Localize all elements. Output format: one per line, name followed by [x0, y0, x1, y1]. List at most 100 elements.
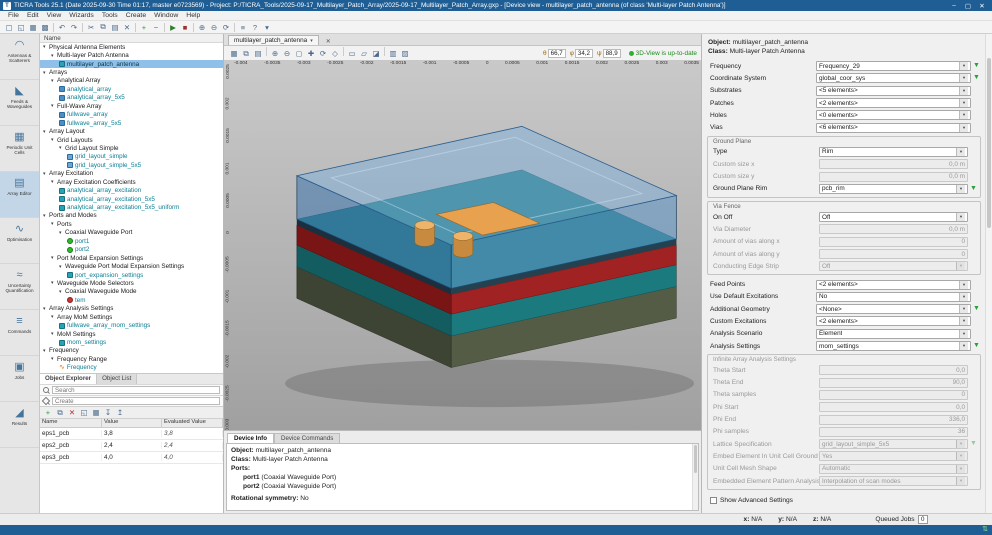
column-header[interactable]: Value [102, 419, 162, 427]
tab-device-info[interactable]: Device Info [227, 433, 275, 443]
minimize-button[interactable]: – [947, 2, 961, 10]
tree-item[interactable]: analytical_array_excitation [40, 186, 223, 194]
sidebar-item-array-editor[interactable]: ▤ Array Editor [0, 172, 39, 218]
tree-group[interactable]: ▾ Waveguide Mode Selectors [40, 279, 223, 287]
column-header[interactable]: Name [40, 419, 102, 427]
tree-group[interactable]: ▾ Array MoM Settings [40, 313, 223, 321]
filter-icon[interactable]: ▼ [971, 341, 982, 351]
variables-add-button[interactable]: + [42, 407, 54, 418]
dropdown-arrow-icon[interactable]: ▾ [959, 111, 968, 120]
property-select[interactable]: Frequency_29 ▾ [816, 61, 971, 72]
tree-group[interactable]: ▾ Port Modal Expansion Settings [40, 254, 223, 262]
column-header[interactable]: Evaluated Value [162, 419, 223, 427]
property-select[interactable]: No ▾ [816, 291, 971, 302]
queued-jobs[interactable]: Queued Jobs 0 [875, 515, 928, 524]
tree-group[interactable]: ▾ Coaxial Waveguide Port [40, 229, 223, 237]
property-select[interactable]: Off ▾ [819, 212, 968, 223]
sidebar-item-results[interactable]: ◢ Results [0, 402, 39, 448]
variables-duplicate-button[interactable]: ⧉ [54, 407, 66, 418]
dropdown-arrow-icon[interactable]: ▾ [959, 329, 968, 338]
tree-group[interactable]: ▾ MoM Settings [40, 330, 223, 338]
viewport-copy-view-button[interactable]: ⧉ [240, 48, 252, 59]
toolbar-save-all-button[interactable]: ▩ [39, 22, 51, 33]
dropdown-arrow-icon[interactable]: ▾ [959, 305, 968, 314]
tree-group[interactable]: ▾ Grid Layouts [40, 136, 223, 144]
tree-group[interactable]: ▾ Frequency Range [40, 355, 223, 363]
variables-save-button[interactable]: ▦ [90, 407, 102, 418]
tree-item[interactable]: mom_settings [40, 338, 223, 346]
tree-item[interactable]: analytical_array_5x5 [40, 94, 223, 102]
toolbar-redo-button[interactable]: ↷ [68, 22, 80, 33]
sidebar-item-uncertainty-quantification[interactable]: ≈ Uncertainty Quantification [0, 264, 39, 310]
tree-group[interactable]: ▾ Multi-layer Patch Antenna [40, 51, 223, 59]
variables-import-button[interactable]: ↧ [102, 407, 114, 418]
viewport-rotate-button[interactable]: ⟳ [317, 48, 329, 59]
property-select[interactable]: <6 elements> ▾ [816, 122, 971, 133]
variable-row[interactable]: eps1_pcb 3,8 3,8 [40, 428, 223, 440]
tree-item[interactable]: grid_layout_simple [40, 153, 223, 161]
variable-row[interactable]: eps2_pcb 2,4 2,4 [40, 440, 223, 452]
tree-item[interactable]: analytical_array_excitation_5x5_uniform [40, 203, 223, 211]
toolbar-zoom-in-button[interactable]: ⊕ [196, 22, 208, 33]
properties-scrollbar[interactable] [985, 34, 992, 513]
viewport-tab[interactable]: multilayer_patch_antenna ▾ [228, 35, 319, 45]
viewport-print-view-button[interactable]: ▤ [252, 48, 264, 59]
viewport-pan-button[interactable]: ✚ [305, 48, 317, 59]
toolbar-new-button[interactable]: ▢ [3, 22, 15, 33]
toolbar-open-button[interactable]: ◱ [15, 22, 27, 33]
menu-view[interactable]: View [43, 12, 66, 19]
toolbar-paste-button[interactable]: ▤ [109, 22, 121, 33]
viewport-shaded-button[interactable]: ▨ [399, 48, 411, 59]
toolbar-refresh-button[interactable]: ⟳ [220, 22, 232, 33]
show-advanced-checkbox[interactable] [710, 497, 717, 505]
toolbar-delete-button[interactable]: ✕ [121, 22, 133, 33]
tree-group[interactable]: ▾ Grid Layout Simple [40, 144, 223, 152]
tree-item[interactable]: tem [40, 296, 223, 304]
toolbar-cut-button[interactable]: ✂ [85, 22, 97, 33]
viewport-zoom-out-button[interactable]: ⊖ [281, 48, 293, 59]
property-select[interactable]: Element ▾ [816, 328, 971, 339]
property-select[interactable]: <2 elements> ▾ [816, 98, 971, 109]
tree-item[interactable]: fullwave_array_5x5 [40, 119, 223, 127]
menu-help[interactable]: Help [182, 12, 204, 19]
tree-group[interactable]: ▾ Arrays [40, 68, 223, 76]
tree-group[interactable]: ▾ Ports [40, 220, 223, 228]
property-select[interactable]: <2 elements> ▾ [816, 279, 971, 290]
tree-item[interactable]: port1 [40, 237, 223, 245]
sidebar-item-optimisation[interactable]: ∿ Optimisation [0, 218, 39, 264]
toolbar-remove-button[interactable]: − [150, 22, 162, 33]
canvas-3d[interactable]: -0.004 -0.0035 -0.003 -0.0025 -0.002 -0.0015 -… [224, 61, 701, 430]
tab-object-explorer[interactable]: Object Explorer [40, 374, 98, 384]
tree-item[interactable]: analytical_array_excitation_5x5 [40, 195, 223, 203]
dropdown-arrow-icon[interactable]: ▾ [959, 280, 968, 289]
menu-file[interactable]: File [4, 12, 23, 19]
toolbar-more-button[interactable]: ▾ [261, 22, 273, 33]
toolbar-undo-button[interactable]: ↶ [56, 22, 68, 33]
dropdown-arrow-icon[interactable]: ▾ [959, 342, 968, 351]
dropdown-arrow-icon[interactable]: ▾ [959, 74, 968, 83]
menu-edit[interactable]: Edit [23, 12, 43, 19]
tree-item[interactable]: grid_layout_simple_5x5 [40, 161, 223, 169]
menu-create[interactable]: Create [122, 12, 150, 19]
tree-item[interactable]: fullwave_array_mom_settings [40, 321, 223, 329]
maximize-button[interactable]: ▢ [961, 2, 975, 10]
menu-wizards[interactable]: Wizards [65, 12, 98, 19]
property-select[interactable]: global_coor_sys ▾ [816, 73, 971, 84]
tree-group[interactable]: ▾ Full-Wave Array [40, 102, 223, 110]
toolbar-help-button[interactable]: ? [249, 22, 261, 33]
property-select[interactable]: <5 elements> ▾ [816, 85, 971, 96]
property-select[interactable]: mom_settings ▾ [816, 341, 971, 352]
dropdown-arrow-icon[interactable]: ▾ [959, 292, 968, 301]
tree-item[interactable]: ∿ Frequency [40, 364, 223, 372]
toolbar-save-button[interactable]: ▦ [27, 22, 39, 33]
dropdown-arrow-icon[interactable]: ▾ [959, 86, 968, 95]
variable-row[interactable]: eps3_pcb 4,0 4,0 [40, 452, 223, 464]
sidebar-item-jobs[interactable]: ▣ Jobs [0, 356, 39, 402]
toolbar-stop-button[interactable]: ■ [179, 22, 191, 33]
tree-item[interactable]: port2 [40, 246, 223, 254]
tree-group[interactable]: ▾ Analytical Array [40, 77, 223, 85]
close-button[interactable]: ✕ [975, 2, 989, 10]
tree-item[interactable]: fullwave_array [40, 111, 223, 119]
tab-object-list[interactable]: Object List [97, 374, 138, 384]
chevron-down-icon[interactable]: ▾ [310, 38, 313, 44]
